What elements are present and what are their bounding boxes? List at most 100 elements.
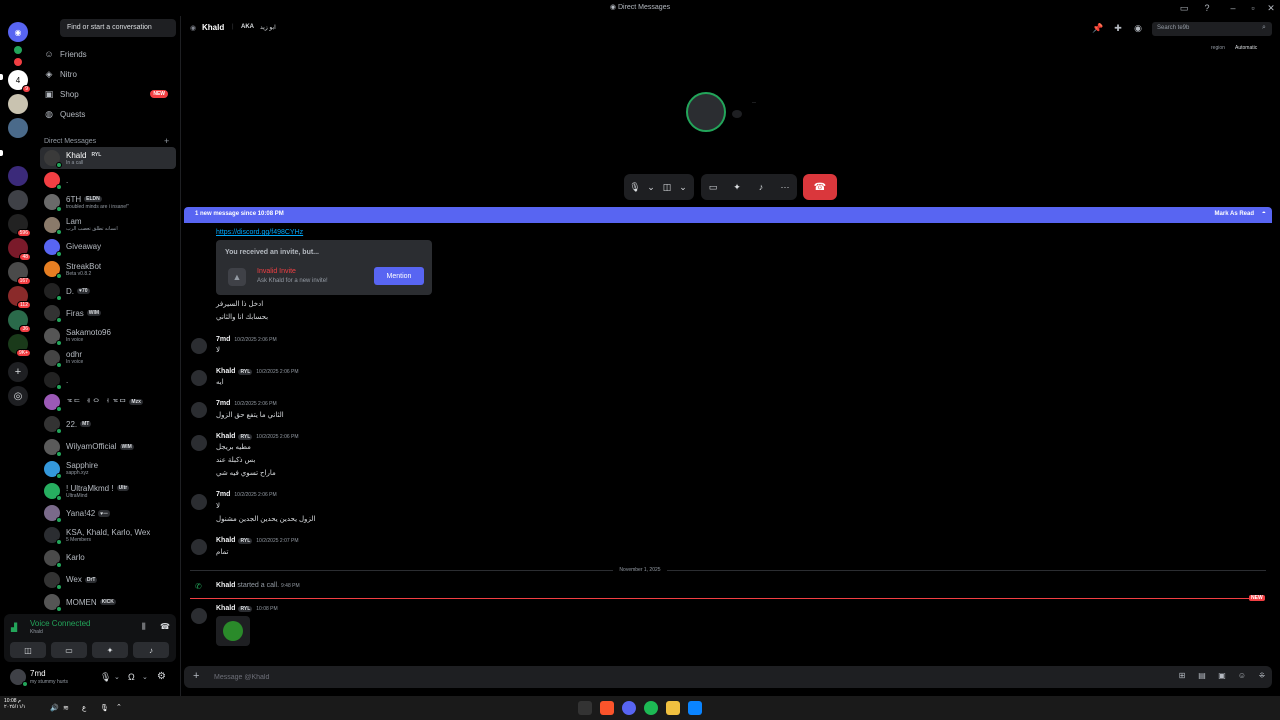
add-server-button[interactable]: + — [8, 362, 28, 382]
search-input[interactable]: Find or start a conversation — [60, 19, 176, 37]
message-author[interactable]: Khald RYL 10/2/2025 2:06 PM — [216, 433, 299, 440]
system-clock[interactable]: 10:08 م ٢٠٢٥/١١/١ — [4, 698, 26, 710]
region-select[interactable]: Automatic — [1235, 45, 1257, 51]
chevron-down-icon[interactable]: ⌄ — [142, 673, 148, 681]
message-avatar[interactable] — [191, 539, 207, 555]
brave-browser-icon[interactable] — [600, 701, 614, 715]
chatgpt-icon[interactable] — [578, 701, 592, 715]
server-icon[interactable] — [14, 58, 22, 66]
server-icon[interactable]: 48 — [8, 238, 31, 261]
server-icon[interactable] — [14, 46, 22, 54]
minimize-button[interactable]: – — [1226, 2, 1240, 14]
caller-avatar[interactable] — [686, 92, 726, 132]
server-icon[interactable]: 112 — [8, 286, 31, 309]
message-author[interactable]: 7md 10/2/2025 2:06 PM — [216, 336, 277, 343]
file-explorer-icon[interactable] — [666, 701, 680, 715]
soundboard-button[interactable]: ♪ — [749, 176, 773, 198]
inbox-icon[interactable]: ▭ — [1177, 2, 1191, 14]
camera-toggle-button[interactable]: ◫ — [656, 176, 678, 198]
message-avatar[interactable] — [191, 494, 207, 510]
mic-options-button[interactable]: ⌄ — [646, 176, 656, 198]
message-author[interactable]: 7md 10/2/2025 2:06 PM — [216, 400, 277, 407]
user-profile-icon[interactable]: ◉ — [1132, 23, 1144, 35]
message-input[interactable] — [214, 670, 1014, 684]
mention-button[interactable]: Mention — [374, 267, 424, 285]
message-author[interactable]: Khald RYL 10/2/2025 2:06 PM — [216, 368, 299, 375]
dm-item[interactable]: D. ♥70 — [40, 280, 176, 302]
server-icon[interactable]: 167 — [8, 262, 31, 285]
close-button[interactable]: ✕ — [1264, 2, 1278, 14]
server-icon[interactable] — [8, 190, 28, 210]
participant-avatar[interactable] — [732, 110, 742, 118]
server-icon[interactable]: 36 — [8, 310, 31, 333]
message-avatar[interactable] — [191, 370, 207, 386]
dm-item[interactable]: Lam انسانه تطلق تعصب الرب — [40, 214, 176, 236]
help-icon[interactable]: ? — [1200, 2, 1214, 14]
wifi-icon[interactable]: ≋ — [63, 704, 69, 712]
sticker-attachment[interactable] — [216, 616, 250, 646]
tray-chevron-icon[interactable]: ⌃ — [116, 703, 122, 711]
dm-item[interactable]: ᅚᄃ ᅦ ᄋ ᅥ ᅚᄆ Mzx — [40, 391, 176, 413]
maximize-button[interactable]: ▫ — [1246, 2, 1260, 14]
mic-icon[interactable]: 🎙 — [100, 672, 111, 683]
mark-as-read-button[interactable]: Mark As Read — [1215, 211, 1254, 217]
channel-header-name[interactable]: Khald — [202, 23, 224, 32]
language-icon[interactable]: ع — [82, 704, 86, 712]
voice-channel[interactable]: Khald — [30, 629, 43, 635]
activities-button[interactable]: ✦ — [725, 176, 749, 198]
nav-quests[interactable]: ◍ Quests — [44, 105, 176, 123]
message-avatar[interactable] — [191, 435, 207, 451]
apps-icon[interactable]: ⁜ — [1256, 671, 1268, 680]
discord-taskbar-icon[interactable] — [622, 701, 636, 715]
server-icon[interactable] — [8, 118, 28, 138]
dm-item[interactable]: 6TH ELDN troubled minds are i insane!" — [40, 191, 176, 213]
windows-start-icon[interactable] — [688, 701, 702, 715]
server-icon[interactable]: 9K+ — [8, 334, 31, 357]
dm-item[interactable]: Sakamoto96 In voice — [40, 325, 176, 347]
dm-item[interactable]: Sapphire sapph.xyz — [40, 458, 176, 480]
dm-item[interactable]: Firas WIM — [40, 302, 176, 324]
message-author[interactable]: Khald RYL 10:08 PM — [216, 605, 278, 612]
dm-item[interactable]: 22. MT — [40, 413, 176, 435]
user-name[interactable]: 7md — [30, 669, 46, 678]
dm-item[interactable]: . — [40, 369, 176, 391]
user-avatar[interactable] — [10, 669, 28, 687]
message-avatar[interactable] — [191, 338, 207, 354]
dm-item[interactable]: . — [40, 169, 176, 191]
activities-button[interactable]: ✦ — [92, 642, 128, 658]
sticker-icon[interactable]: ▣ — [1216, 671, 1228, 680]
more-options-button[interactable]: ··· — [773, 176, 797, 198]
mic-tray-icon[interactable]: 🎙 — [100, 704, 109, 712]
headphones-icon[interactable]: Ω — [128, 672, 135, 682]
home-button[interactable]: ◉ — [8, 22, 28, 42]
camera-options-button[interactable]: ⌄ — [678, 176, 688, 198]
disconnect-icon[interactable]: ☎ — [160, 622, 170, 631]
discover-button[interactable]: ◎ — [8, 386, 28, 406]
dm-item[interactable]: Karlo — [40, 547, 176, 569]
voice-status[interactable]: Voice Connected — [30, 619, 91, 628]
add-friends-icon[interactable]: ✚ — [1112, 23, 1124, 35]
message-avatar[interactable] — [191, 608, 207, 624]
dm-item[interactable]: odhr In voice — [40, 347, 176, 369]
message-avatar[interactable] — [191, 402, 207, 418]
nav-shop[interactable]: ▣ Shop NEW — [44, 85, 176, 103]
spotify-icon[interactable] — [644, 701, 658, 715]
server-icon[interactable] — [8, 166, 28, 186]
new-messages-bar[interactable]: 1 new message since 10:08 PM Mark As Rea… — [184, 207, 1272, 223]
call-author[interactable]: Khald — [216, 582, 235, 589]
message-author[interactable]: 7md 10/2/2025 2:06 PM — [216, 491, 277, 498]
header-search-input[interactable]: Search te9b — [1152, 22, 1272, 36]
mic-button[interactable]: 🎙 — [624, 176, 646, 198]
dm-item[interactable]: Khald RYL In a call — [40, 147, 176, 169]
server-icon[interactable] — [8, 94, 28, 114]
camera-button[interactable]: ◫ — [10, 642, 46, 658]
server-icon[interactable]: 596 — [8, 214, 31, 237]
invite-link[interactable]: https://discord.gg/f498CYHz — [216, 229, 303, 236]
share-screen-button[interactable]: ▭ — [701, 176, 725, 198]
dm-item[interactable]: Yana!42 ♥ᅳ — [40, 502, 176, 524]
settings-gear-icon[interactable]: ⚙ — [157, 671, 166, 682]
gif-icon[interactable]: ▤ — [1196, 671, 1208, 680]
chevron-down-icon[interactable]: ⌄ — [114, 673, 120, 681]
pin-icon[interactable]: 📌 — [1092, 23, 1104, 35]
dm-item[interactable]: Giveaway — [40, 236, 176, 258]
